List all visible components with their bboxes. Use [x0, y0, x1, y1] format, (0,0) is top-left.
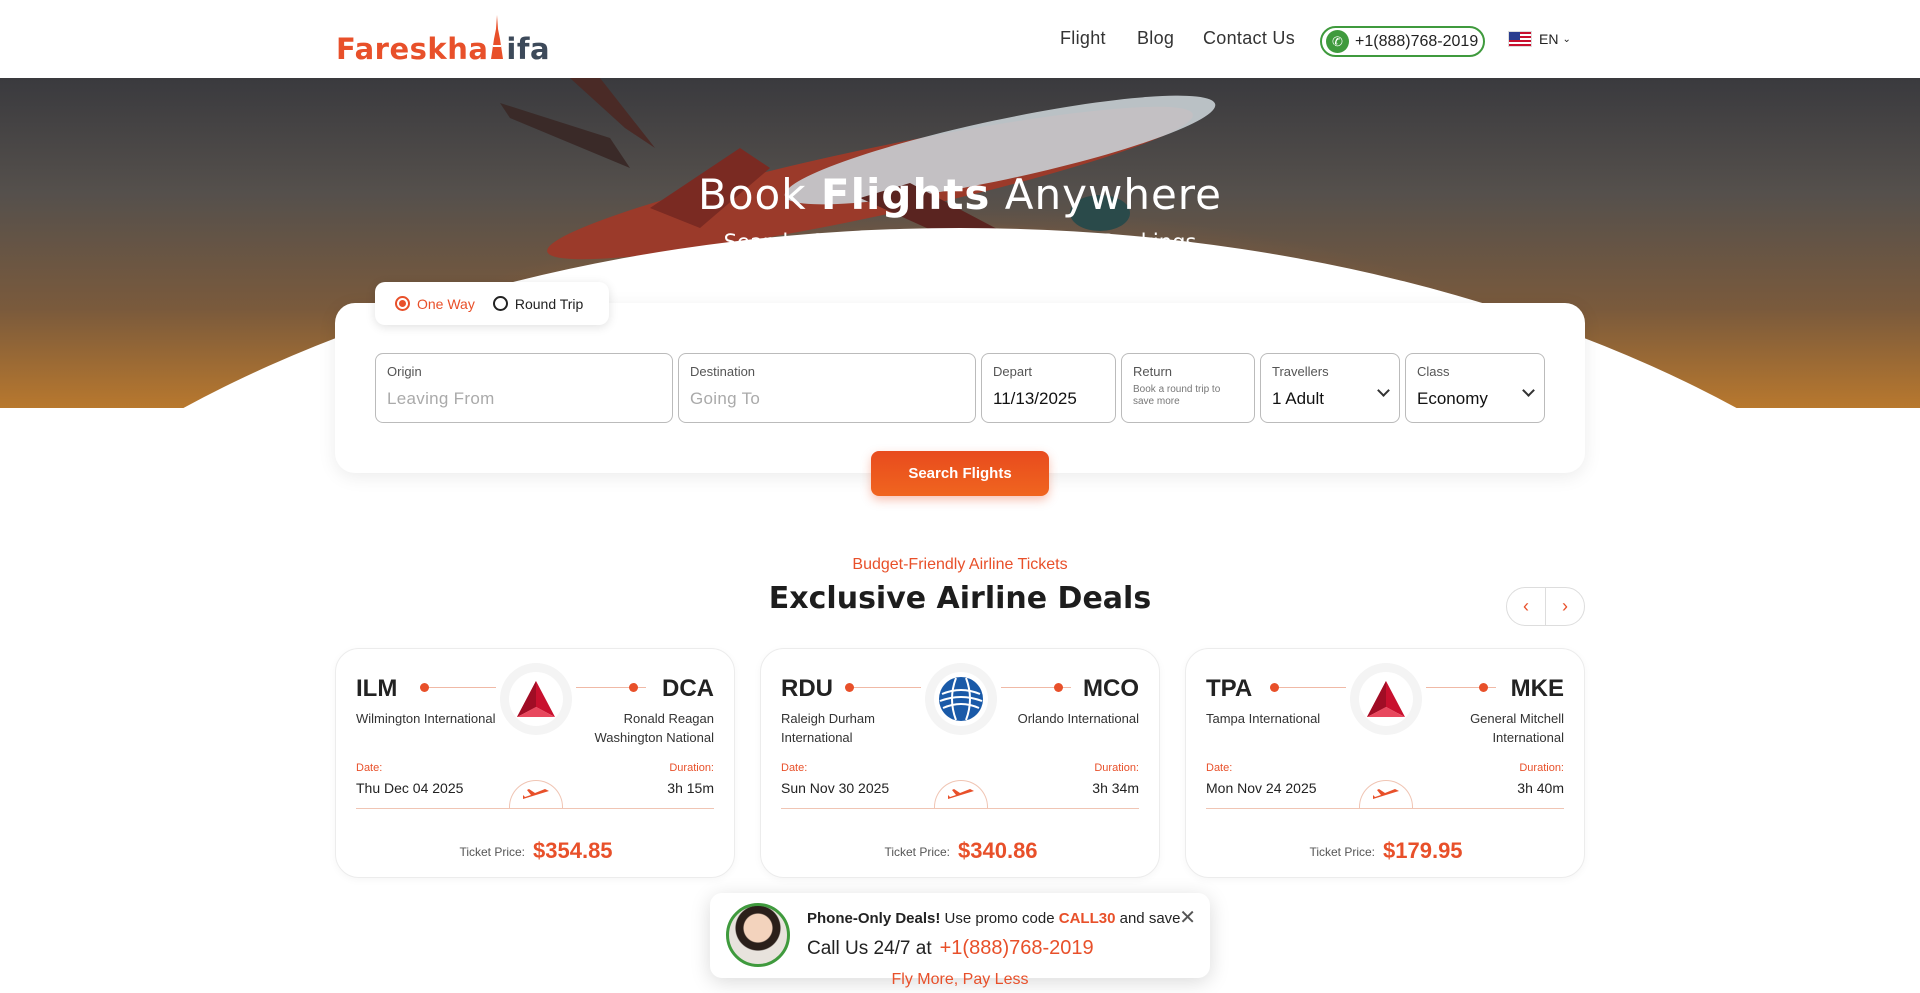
origin-code: ILM [356, 675, 398, 702]
carousel-nav: ‹ › [1506, 587, 1585, 626]
depart-date-value: 11/13/2025 [993, 389, 1077, 408]
destination-airport: Orlando International [1017, 711, 1139, 726]
flight-date: Thu Dec 04 2025 [356, 780, 464, 796]
flight-duration: 3h 15m [667, 780, 714, 796]
chevron-down-icon: ⌄ [1562, 33, 1571, 45]
origin-airport: Wilmington International [356, 711, 496, 726]
close-icon[interactable]: ✕ [1179, 905, 1196, 930]
hero-title: Book Flights Anywhere [698, 170, 1222, 219]
class-value: Economy [1417, 389, 1488, 408]
ticket-price-row: Ticket Price: $354.85 [459, 838, 613, 863]
site-logo[interactable]: Fareskha ifa [336, 12, 550, 68]
round-trip-radio[interactable]: Round Trip [492, 296, 583, 312]
deals-title: Exclusive Airline Deals [768, 581, 1152, 616]
ticket-price-row: Ticket Price: $179.95 [1309, 838, 1463, 863]
language-code: EN [1539, 31, 1559, 47]
return-hint: Book a round trip to save more [1133, 384, 1221, 407]
date-label: Date: [1206, 762, 1233, 774]
destination-placeholder: Going To [690, 389, 761, 408]
hero-subtitle: Search, Compare & Save on Flight Booking… [723, 230, 1197, 254]
origin-airport: Raleigh Durham International [781, 711, 875, 745]
nav-flight[interactable]: Flight [1060, 28, 1106, 49]
logo-text-part2: ifa [506, 32, 551, 66]
deal-card[interactable]: RDU MCO Raleigh Durham International Orland… [760, 648, 1160, 878]
delta-logo-icon [509, 672, 563, 726]
logo-tower-icon [490, 15, 504, 59]
destination-airport: Ronald Reagan Washington National [594, 711, 714, 745]
travellers-dropdown[interactable]: Travellers 1 Adult [1260, 353, 1400, 423]
duration-label: Duration: [1094, 762, 1139, 774]
phone-icon: ✆ [1326, 30, 1349, 53]
ticket-price: $179.95 [1383, 838, 1463, 863]
origin-airport: Tampa International [1206, 711, 1321, 726]
flight-duration: 3h 34m [1092, 780, 1139, 796]
site-header: Fareskha ifa Flight Blog Contact Us ✆ +1(… [0, 0, 1920, 78]
nav-contact-us[interactable]: Contact Us [1203, 28, 1295, 49]
deals-tagline: Budget-Friendly Airline Tickets [852, 556, 1068, 573]
origin-code: TPA [1206, 675, 1253, 702]
promo-code: CALL30 [1058, 910, 1116, 927]
promo-call-line: Call Us 24/7 at +1(888)768-2019 [807, 937, 1094, 959]
nav-blog[interactable]: Blog [1137, 28, 1174, 49]
flight-date: Sun Nov 30 2025 [781, 780, 890, 796]
airplane-icon [509, 780, 563, 808]
deal-card[interactable]: ILM DCA Wilmington International Ronald Rea… [335, 648, 735, 878]
depart-date-field[interactable]: Depart 11/13/2025 [981, 353, 1116, 423]
ticket-price: $340.86 [958, 838, 1038, 863]
return-date-field[interactable]: Return Book a round trip to save more [1121, 353, 1255, 423]
carousel-prev-button[interactable]: ‹ [1507, 588, 1546, 625]
ticket-price-row: Ticket Price: $340.86 [884, 838, 1038, 863]
promo-line: Phone-Only Deals! Use promo code CALL30 … [807, 910, 1181, 927]
destination-airport: General Mitchell International [1470, 711, 1564, 745]
flight-duration: 3h 40m [1517, 780, 1564, 796]
destination-field[interactable]: Destination Going To [678, 353, 976, 423]
flight-date: Mon Nov 24 2025 [1206, 780, 1317, 796]
promo-phone-link[interactable]: +1(888)768-2019 [940, 937, 1094, 959]
search-flights-button[interactable]: Search Flights [871, 451, 1049, 496]
header-phone-button[interactable]: ✆ +1(888)768-2019 [1320, 26, 1485, 57]
logo-text-part1: Fareskha [336, 32, 489, 66]
airplane-icon [1359, 780, 1413, 808]
header-phone-number: +1(888)768-2019 [1355, 32, 1479, 50]
class-dropdown[interactable]: Class Economy [1405, 353, 1545, 423]
duration-label: Duration: [1519, 762, 1564, 774]
deal-card[interactable]: TPA MKE Tampa International General Mitchel… [1185, 648, 1585, 878]
ticket-price: $354.85 [533, 838, 613, 863]
destination-code: DCA [662, 675, 714, 702]
destination-code: MCO [1083, 675, 1139, 702]
trip-type-selector: One Way Round Trip [375, 282, 609, 325]
airplane-icon [934, 780, 988, 808]
delta-logo-icon [1359, 672, 1413, 726]
origin-field[interactable]: Origin Leaving From [375, 353, 673, 423]
fly-more-tagline: Fly More, Pay Less [891, 971, 1029, 988]
agent-avatar [726, 903, 790, 967]
carousel-next-button[interactable]: › [1546, 588, 1584, 625]
us-flag-icon [1508, 31, 1532, 47]
language-selector[interactable]: EN ⌄ [1508, 31, 1571, 47]
date-label: Date: [356, 762, 383, 774]
one-way-radio[interactable]: One Way [395, 296, 475, 312]
travellers-value: 1 Adult [1272, 389, 1324, 408]
origin-code: RDU [781, 675, 833, 702]
origin-placeholder: Leaving From [387, 389, 495, 408]
destination-code: MKE [1510, 675, 1564, 702]
united-globe-icon [934, 672, 988, 726]
date-label: Date: [781, 762, 808, 774]
duration-label: Duration: [669, 762, 714, 774]
promo-popup: Phone-Only Deals! Use promo code CALL30 … [710, 893, 1210, 978]
